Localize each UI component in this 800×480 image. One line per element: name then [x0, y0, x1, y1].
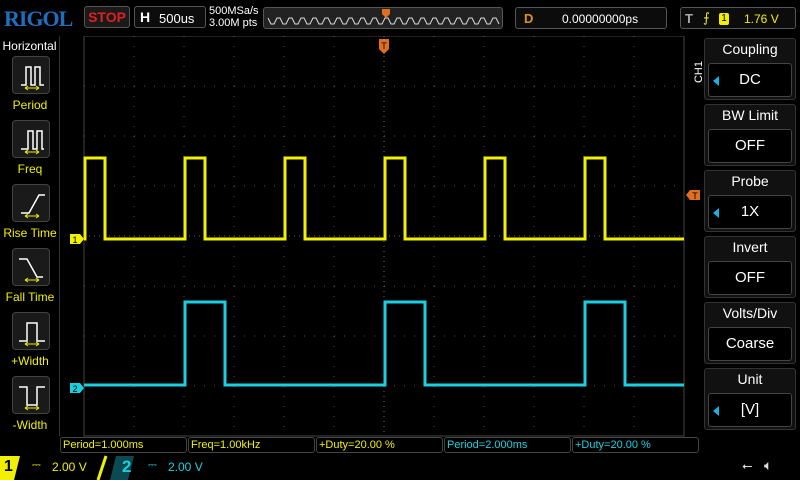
softkey-value: 1X — [708, 195, 792, 229]
ch1-scale: 2.00 V — [52, 460, 87, 474]
menu-item-label: +Width — [11, 354, 49, 368]
measurement-bar: Period=1.000ms Freq=1.00kHz +Duty=20.00 % P… — [60, 437, 699, 453]
measure-rise-time-button[interactable] — [12, 184, 50, 222]
trigger-box[interactable]: T ⨍ 1 1.76 V — [680, 7, 796, 29]
softkey-value: OFF — [708, 261, 792, 295]
measurement-item[interactable]: Period=1.000ms — [60, 437, 187, 453]
softkey-value-text: 1X — [740, 203, 760, 220]
measure-freq-button[interactable] — [12, 120, 50, 158]
softkey-probe[interactable]: Probe 1X — [704, 170, 796, 232]
delay-label: D — [524, 11, 534, 26]
softkey-value-text: Coarse — [725, 335, 775, 352]
horizontal-menu: Horizontal Period Freq Rise Time Fall Time +… — [0, 36, 60, 436]
ch1-offset-marker[interactable]: 1 — [70, 234, 84, 245]
softkey-label: Coupling — [722, 41, 778, 57]
timebase-value: 500us — [159, 11, 195, 26]
left-arrow-icon — [713, 76, 719, 86]
softkey-value: [V] — [708, 393, 792, 427]
softkey-value-text: OFF — [735, 269, 765, 286]
waveform-display[interactable]: 1 2 T T — [60, 36, 704, 437]
softkey-value-text: [V] — [740, 401, 760, 418]
softkey-value: Coarse — [708, 327, 792, 361]
softkey-value: DC — [708, 63, 792, 97]
neg-width-icon — [19, 386, 45, 411]
trigger-level-marker[interactable]: T — [686, 190, 700, 201]
ch2-offset-marker[interactable]: 2 — [70, 383, 84, 394]
period-icon — [21, 66, 44, 91]
menu-item-label: -Width — [12, 418, 48, 432]
svg-text:T: T — [381, 41, 387, 51]
memory-depth: 3.00M pts — [209, 17, 258, 29]
mute-icon[interactable]: 🔈︎ — [764, 457, 772, 474]
left-arrow-icon — [713, 208, 719, 218]
horizontal-label: H — [140, 9, 151, 25]
usb-icon: ⭠ — [742, 458, 753, 473]
timebase-box[interactable]: H 500us — [134, 6, 206, 28]
overview-waveform — [267, 9, 500, 25]
memory-overview[interactable] — [263, 7, 503, 29]
rising-edge-icon: ⨍ — [703, 10, 710, 25]
softkey-label: Volts/Div — [722, 305, 778, 321]
softkey-invert[interactable]: Invert OFF — [704, 236, 796, 298]
left-arrow-icon — [713, 406, 719, 416]
ch2-scale: 2.00 V — [168, 460, 203, 474]
measure-width-button[interactable] — [12, 312, 50, 350]
menu-item-label: Period — [12, 98, 48, 112]
measurement-item[interactable]: Freq=1.00kHz — [188, 437, 315, 453]
softkey-label: Probe — [731, 173, 769, 189]
ch2-label: 2 — [122, 457, 132, 476]
softkey-bw-limit[interactable]: BW Limit OFF — [704, 104, 796, 166]
pos-width-icon — [19, 322, 45, 347]
measurement-item[interactable]: +Duty=20.00 % — [316, 437, 443, 453]
rise-time-icon — [21, 194, 45, 219]
menu-title: Horizontal — [2, 39, 57, 53]
status-bar: 1 ⎓ 2.00 V 2 ⎓ 2.00 V ⭠ 🔈︎ — [0, 454, 800, 480]
measurement-item[interactable]: Period=2.000ms — [444, 437, 571, 453]
delay-box[interactable]: D 0.00000000ps — [515, 7, 667, 29]
acquisition-info: 500MSa/s 3.00M pts — [209, 5, 259, 29]
measure-width-button[interactable] — [12, 376, 50, 414]
svg-text:T: T — [692, 191, 698, 201]
softkey-label: Unit — [737, 371, 763, 387]
channel-menu: Coupling DC BW Limit OFF Probe 1X Invert OFF Vol… — [704, 36, 800, 436]
delay-value: 0.00000000ps — [562, 12, 639, 26]
softkey-value: OFF — [708, 129, 792, 163]
fall-time-icon — [19, 258, 43, 283]
trigger-position-icon — [382, 9, 390, 18]
svg-text:1: 1 — [72, 235, 77, 245]
softkey-unit[interactable]: Unit [V] — [704, 368, 796, 430]
softkey-label: Invert — [732, 239, 768, 255]
measure-fall-time-button[interactable] — [12, 248, 50, 286]
softkey-volts-div[interactable]: Volts/Div Coarse — [704, 302, 796, 364]
ch2-scale-box[interactable]: 2 ⎓ 2.00 V — [108, 454, 228, 480]
menu-item-label: Rise Time — [3, 226, 57, 240]
menu-item-label: Freq — [17, 162, 43, 176]
softkey-coupling[interactable]: Coupling DC — [704, 38, 796, 100]
svg-text:2: 2 — [72, 384, 77, 394]
freq-icon — [21, 130, 44, 155]
measurement-item[interactable]: +Duty=20.00 % — [572, 437, 699, 453]
measure-period-button[interactable] — [12, 56, 50, 94]
softkey-value-text: DC — [739, 71, 761, 88]
menu-item-label: Fall Time — [5, 290, 55, 304]
rigol-logo: RIGOL — [4, 6, 73, 31]
ch1-label: 1 — [4, 458, 13, 475]
trigger-source: 1 — [719, 13, 729, 25]
ch1-scale-box[interactable]: 1 ⎓ 2.00 V — [0, 454, 112, 480]
softkey-value-text: OFF — [735, 137, 765, 154]
dc-coupling-icon: ⎓ — [32, 459, 41, 471]
trigger-label: T — [685, 11, 693, 26]
run-stop-status[interactable]: STOP — [84, 6, 130, 28]
softkey-label: BW Limit — [722, 107, 778, 123]
dc-coupling-icon: ⎓ — [148, 459, 157, 471]
sample-rate: 500MSa/s — [209, 5, 259, 17]
trigger-level: 1.76 V — [744, 12, 779, 26]
